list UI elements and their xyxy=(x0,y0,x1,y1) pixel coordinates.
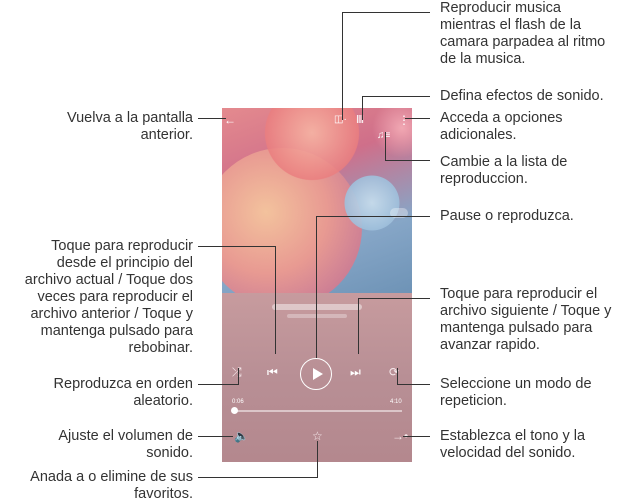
volume-callout-line xyxy=(198,436,233,437)
favorite-callout-line xyxy=(317,441,318,477)
artist-blurred xyxy=(287,314,347,318)
play-button[interactable] xyxy=(300,358,332,390)
flash-annotation: Reproducir musica mientras el flash de l… xyxy=(440,0,606,67)
song-title-blurred xyxy=(272,304,362,310)
playlist-icon[interactable]: ♫≡ xyxy=(377,130,390,142)
next-callout-line xyxy=(358,298,359,354)
camera-flash-icon[interactable]: ◫· xyxy=(334,114,347,126)
volume-icon[interactable]: 🔈 xyxy=(234,430,249,442)
music-player-screen: ← ◫· ‖‖ ⋮ ♫≡ ⤮ ⏮ ⏭ ⟳ 0:06 4:10 🔈 ☆ →• xyxy=(222,108,412,462)
previous-callout-line-h xyxy=(198,246,275,247)
effects-callout-line-h xyxy=(362,96,430,97)
previous-track-icon[interactable]: ⏮ xyxy=(267,366,278,378)
pause-callout-line xyxy=(316,216,317,358)
shuffle-annotation: Reproduzca en orden aleatorio. xyxy=(53,376,193,409)
elapsed-time: 0:06 xyxy=(232,399,244,405)
total-duration: 4:10 xyxy=(390,399,402,405)
next-annotation: Toque para reproducir el archivo siguien… xyxy=(440,286,612,353)
more-callout-line xyxy=(405,118,430,119)
favorite-callout-line-h xyxy=(198,477,318,478)
next-callout-line-h xyxy=(358,298,430,299)
back-annotation: Vuelva a la pantalla anterior. xyxy=(66,110,193,143)
shuffle-callout-line-v xyxy=(238,368,239,385)
shuffle-icon[interactable]: ⤮ xyxy=(232,366,242,378)
play-icon xyxy=(313,368,323,380)
shuffle-callout-line xyxy=(198,384,238,385)
seek-thumb[interactable] xyxy=(231,407,238,414)
favorite-annotation: Anada a o elimine de sus favoritos. xyxy=(30,469,193,502)
effects-annotation: Defina efectos de sonido. xyxy=(440,88,604,104)
repeat-annotation: Seleccione un modo de repeticion. xyxy=(440,376,592,409)
volume-annotation: Ajuste el volumen de sonido. xyxy=(58,428,193,461)
next-track-icon[interactable]: ⏭ xyxy=(350,366,361,378)
pitch-annotation: Establezca el tono y la velocidad del so… xyxy=(440,428,586,461)
previous-callout-line xyxy=(275,246,276,354)
more-annotation: Acceda a opciones adicionales. xyxy=(440,110,563,143)
more-options-icon[interactable]: ⋮ xyxy=(398,114,410,126)
pitch-callout-line xyxy=(403,436,430,437)
previous-annotation: Toque para reproducir desde el principio… xyxy=(24,238,193,356)
repeat-callout-line xyxy=(397,384,430,385)
pause-callout-line-h xyxy=(316,216,430,217)
seek-bar[interactable] xyxy=(232,410,402,412)
playlist-annotation: Cambie a la lista de reproduccion. xyxy=(440,154,568,187)
back-arrow-icon[interactable]: ← xyxy=(224,114,236,126)
repeat-callout-line-v xyxy=(397,368,398,385)
playlist-callout-line xyxy=(385,132,386,160)
back-callout-line xyxy=(198,118,226,119)
flash-callout-line xyxy=(342,12,343,120)
effects-callout-line xyxy=(362,96,363,120)
pause-annotation: Pause o reproduzca. xyxy=(440,208,574,224)
flash-callout-line-h xyxy=(342,12,430,13)
playlist-callout-line-h xyxy=(385,160,430,161)
